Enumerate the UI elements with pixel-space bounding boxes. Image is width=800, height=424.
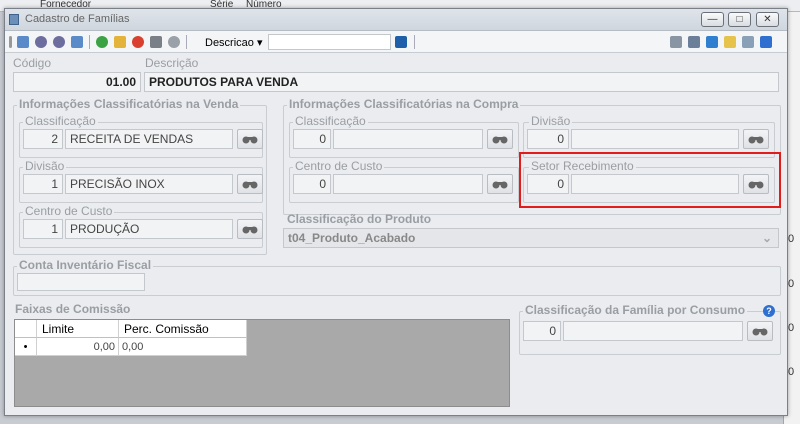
refresh-icon[interactable]: [706, 36, 718, 48]
search-field-dropdown[interactable]: Descricao ▾: [205, 36, 262, 49]
window-title: Cadastro de Famílias: [25, 13, 130, 25]
save-icon[interactable]: [150, 36, 162, 48]
last-record-icon[interactable]: [71, 36, 83, 48]
cadastro-familias-window: Cadastro de Famílias — □ ✕ Descricao ▾ C…: [4, 8, 788, 416]
venda-classificacao-text[interactable]: RECEITA DE VENDAS: [65, 129, 233, 149]
binoculars-icon: [748, 136, 764, 144]
descricao-label: Descrição: [145, 56, 199, 70]
binoculars-icon: [242, 181, 258, 189]
add-icon[interactable]: [96, 36, 108, 48]
compra-classificacao-text[interactable]: [333, 129, 483, 149]
next-record-icon[interactable]: [53, 36, 65, 48]
consumo-label: Classificação da Família por Consumo: [523, 303, 748, 317]
compra-divisao-label: Divisão: [529, 114, 573, 128]
bg-right-value: 0: [788, 366, 795, 378]
compra-centro-code[interactable]: 0: [293, 174, 331, 194]
menu-icon[interactable]: [760, 36, 772, 48]
row-indicator: •: [15, 338, 37, 356]
binoculars-icon: [492, 181, 508, 189]
consumo-code[interactable]: 0: [523, 321, 561, 341]
compra-classificacao-lookup-button[interactable]: [487, 129, 513, 149]
cell-perc[interactable]: 0,00: [119, 338, 247, 356]
undo-icon[interactable]: [168, 36, 180, 48]
grid-corner: [15, 320, 37, 338]
edit-icon[interactable]: [114, 36, 126, 48]
venda-centro-code[interactable]: 1: [23, 219, 63, 239]
toolbar-separator: [89, 35, 90, 49]
binoculars-icon: [242, 136, 258, 144]
venda-centro-text[interactable]: PRODUÇÃO: [65, 219, 233, 239]
minimize-button[interactable]: —: [701, 12, 724, 27]
compra-divisao-lookup-button[interactable]: [743, 129, 769, 149]
venda-classificacao-label: Classificação: [23, 114, 98, 128]
previous-record-icon[interactable]: [35, 36, 47, 48]
column-header-limite[interactable]: Limite: [37, 320, 119, 338]
bg-right-value: 0: [788, 322, 795, 334]
title-bar[interactable]: Cadastro de Famílias — □ ✕: [5, 9, 787, 31]
toolbar-separator: [414, 35, 415, 49]
compra-divisao-code[interactable]: 0: [527, 129, 569, 149]
toolbar-grip: [9, 36, 12, 48]
toolbar: Descricao ▾: [5, 31, 787, 53]
descricao-field[interactable]: PRODUTOS PARA VENDA: [144, 72, 779, 92]
inventario-label: Conta Inventário Fiscal: [17, 258, 154, 272]
help-icon[interactable]: ?: [763, 305, 775, 317]
compra-group-title: Informações Classificatórias na Compra: [287, 97, 521, 111]
venda-divisao-label: Divisão: [23, 159, 67, 173]
venda-divisao-text[interactable]: PRECISÃO INOX: [65, 174, 233, 194]
comissao-title: Faixas de Comissão: [15, 302, 131, 316]
compra-centro-label: Centro de Custo: [293, 159, 385, 173]
bg-right-value: 0: [788, 233, 795, 245]
toolbar-separator: [186, 35, 187, 49]
column-header-perc[interactable]: Perc. Comissão: [119, 320, 247, 338]
codigo-label: Código: [13, 56, 52, 70]
venda-divisao-lookup-button[interactable]: [237, 174, 263, 194]
venda-classificacao-code[interactable]: 2: [23, 129, 63, 149]
cell-limite[interactable]: 0,00: [37, 338, 119, 356]
info-icon[interactable]: [742, 36, 754, 48]
compra-classificacao-code[interactable]: 0: [293, 129, 331, 149]
compra-centro-lookup-button[interactable]: [487, 174, 513, 194]
bg-right-value: 0: [788, 278, 795, 290]
venda-centro-lookup-button[interactable]: [237, 219, 263, 239]
venda-classificacao-lookup-button[interactable]: [237, 129, 263, 149]
binoculars-icon: [492, 136, 508, 144]
note-icon[interactable]: [724, 36, 736, 48]
delete-icon[interactable]: [132, 36, 144, 48]
print-icon[interactable]: [670, 36, 682, 48]
venda-divisao-code[interactable]: 1: [23, 174, 63, 194]
venda-centro-label: Centro de Custo: [23, 204, 115, 218]
search-go-icon[interactable]: [395, 36, 407, 48]
produto-label: Classificação do Produto: [287, 212, 432, 226]
chevron-down-icon: ⌄: [761, 231, 772, 245]
consumo-text[interactable]: [563, 321, 743, 341]
compra-divisao-text[interactable]: [571, 129, 739, 149]
produto-select-value: t04_Produto_Acabado: [288, 231, 416, 245]
venda-group-title: Informações Classificatórias na Venda: [17, 97, 241, 111]
compra-centro-text[interactable]: [333, 174, 483, 194]
compra-classificacao-label: Classificação: [293, 114, 368, 128]
consumo-lookup-button[interactable]: [747, 321, 773, 341]
produto-select[interactable]: t04_Produto_Acabado ⌄: [283, 228, 779, 248]
binoculars-icon: [242, 226, 258, 234]
maximize-button[interactable]: □: [728, 12, 751, 27]
search-input[interactable]: [268, 34, 391, 50]
settings-icon[interactable]: [688, 36, 700, 48]
first-record-icon[interactable]: [17, 36, 29, 48]
close-button[interactable]: ✕: [756, 12, 779, 27]
inventario-field[interactable]: [17, 273, 145, 291]
app-icon: [9, 14, 19, 25]
codigo-field[interactable]: 01.00: [13, 72, 141, 92]
binoculars-icon: [752, 328, 768, 336]
setor-recebimento-highlight: [519, 152, 781, 208]
comissao-grid[interactable]: Limite Perc. Comissão • 0,00 0,00: [14, 319, 510, 407]
